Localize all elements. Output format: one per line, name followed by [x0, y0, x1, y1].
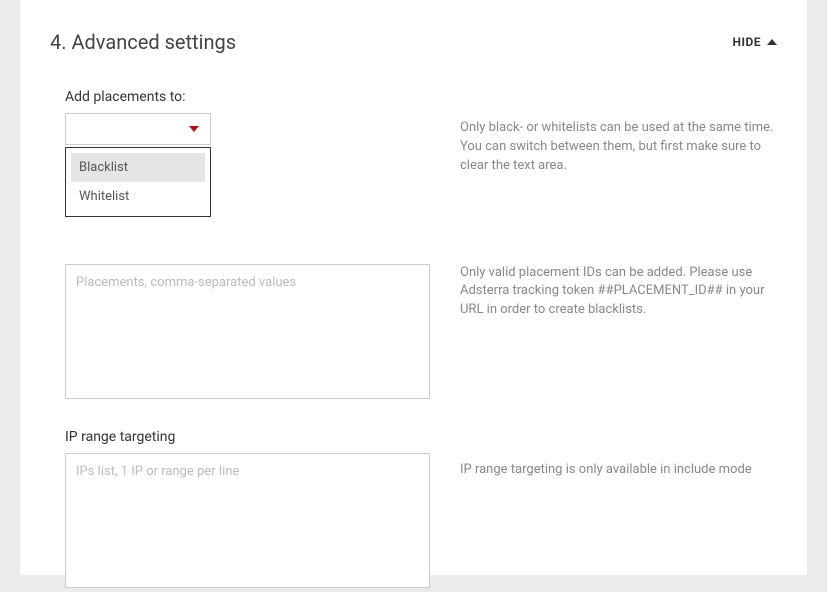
- ip-help: IP range targeting is only available in …: [460, 429, 777, 480]
- placements-help-textarea: Only valid placement IDs can be added. P…: [460, 264, 777, 321]
- dropdown-item-blacklist[interactable]: Blacklist: [71, 153, 205, 182]
- placements-label: Add placements to:: [65, 89, 430, 105]
- placements-textarea-col: [65, 264, 430, 403]
- panel-content: Add placements to: Blacklist Whitelist O…: [50, 89, 777, 592]
- ip-label: IP range targeting: [65, 429, 430, 445]
- hide-label: HIDE: [732, 35, 761, 49]
- placements-select-col: Add placements to: Blacklist Whitelist: [65, 89, 430, 145]
- ip-col: IP range targeting: [65, 429, 430, 592]
- placements-select[interactable]: [65, 113, 211, 145]
- ip-row: IP range targeting IP range targeting is…: [65, 429, 777, 592]
- panel-header: 4. Advanced settings HIDE: [50, 30, 777, 54]
- ip-textarea[interactable]: [65, 453, 430, 588]
- advanced-settings-panel: 4. Advanced settings HIDE Add placements…: [20, 0, 807, 575]
- panel-title: 4. Advanced settings: [50, 30, 236, 54]
- caret-down-icon: [189, 126, 199, 132]
- chevron-up-icon: [767, 39, 777, 45]
- placements-help-top: Only black- or whitelists can be used at…: [460, 89, 777, 176]
- placements-textarea[interactable]: [65, 264, 430, 399]
- placements-textarea-row: Only valid placement IDs can be added. P…: [65, 264, 777, 403]
- dropdown-item-whitelist[interactable]: Whitelist: [71, 182, 205, 211]
- placements-dropdown: Blacklist Whitelist: [65, 147, 211, 217]
- placements-select-row: Add placements to: Blacklist Whitelist O…: [65, 89, 777, 176]
- hide-toggle[interactable]: HIDE: [732, 35, 777, 49]
- placements-select-wrap: Blacklist Whitelist: [65, 113, 211, 145]
